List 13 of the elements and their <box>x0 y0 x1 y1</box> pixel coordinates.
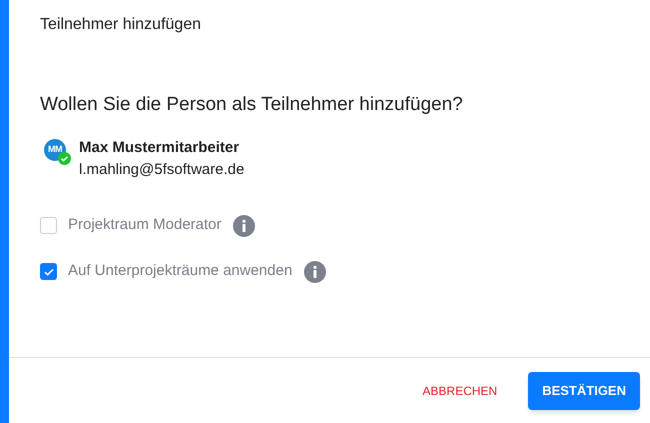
confirm-button[interactable]: BESTÄTIGEN <box>528 372 640 410</box>
checkbox[interactable] <box>40 263 57 280</box>
check-badge-icon <box>58 152 71 164</box>
checkbox[interactable] <box>40 217 57 234</box>
person-email: l.mahling@5fsoftware.de <box>79 160 244 180</box>
info-icon[interactable] <box>304 260 326 282</box>
checkbox-label: Auf Unterprojekträume anwenden <box>68 261 292 282</box>
question-text: Wollen Sie die Person als Teilnehmer hinzufügen? <box>40 94 463 115</box>
dialog-title: Teilnehmer hinzufügen <box>40 16 201 33</box>
cancel-button[interactable]: ABBRECHEN <box>418 372 502 410</box>
info-icon[interactable] <box>233 214 256 236</box>
person-name: Max Mustermitarbeiter <box>79 138 240 158</box>
checkbox-label: Projektraum Moderator <box>68 215 222 236</box>
